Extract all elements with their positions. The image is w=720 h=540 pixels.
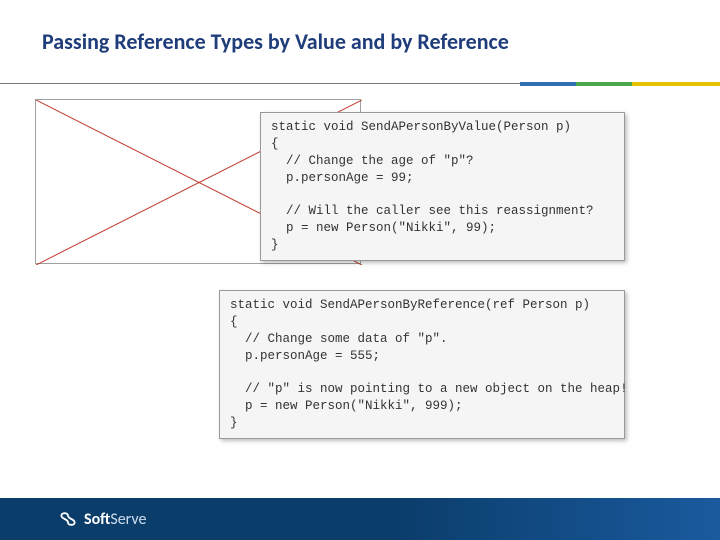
code-line: }: [230, 416, 238, 430]
code-line: p = new Person("Nikki", 99);: [271, 221, 496, 235]
code-line: p.personAge = 555;: [230, 349, 380, 363]
brand-text: SoftServe: [84, 510, 146, 529]
brand-part-a: Soft: [84, 510, 110, 529]
code-line: // "p" is now pointing to a new object o…: [230, 382, 628, 396]
code-snippet-by-value: static void SendAPersonByValue(Person p)…: [260, 112, 625, 261]
code-line: static void SendAPersonByReference(ref P…: [230, 298, 590, 312]
slide-title: Passing Reference Types by Value and by …: [0, 0, 720, 55]
divider-rule: [0, 82, 720, 86]
code-line: {: [230, 315, 238, 329]
code-line: // Change the age of "p"?: [271, 154, 474, 168]
brand-part-b: Serve: [110, 510, 146, 529]
code-line: // Change some data of "p".: [230, 332, 448, 346]
code-line: p.personAge = 99;: [271, 171, 414, 185]
code-line: // Will the caller see this reassignment…: [271, 204, 594, 218]
code-line: p = new Person("Nikki", 999);: [230, 399, 463, 413]
softserve-logo-icon: [58, 509, 78, 529]
code-line: {: [271, 137, 279, 151]
code-snippet-by-reference: static void SendAPersonByReference(ref P…: [219, 290, 625, 439]
code-line: static void SendAPersonByValue(Person p): [271, 120, 571, 134]
footer-bar: SoftServe: [0, 498, 720, 540]
code-line: }: [271, 238, 279, 252]
